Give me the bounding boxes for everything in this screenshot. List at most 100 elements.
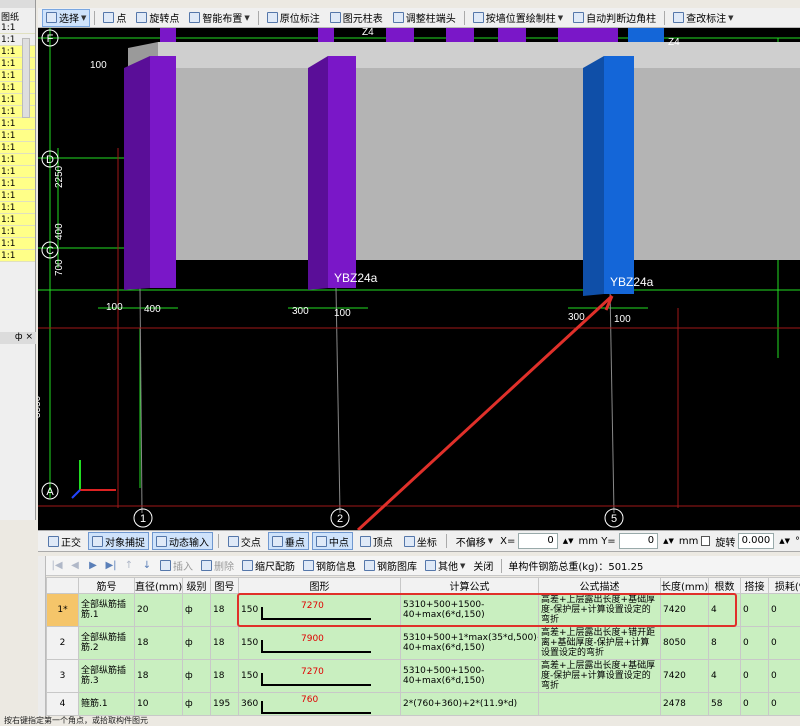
move-down-icon[interactable]: ↓ bbox=[140, 560, 154, 571]
other-button[interactable]: 其他 ▼ bbox=[423, 558, 467, 573]
scale-rebar-button[interactable]: 缩尺配筋 bbox=[240, 558, 297, 573]
lap-cell[interactable]: 0 bbox=[740, 692, 769, 716]
left-panel-row[interactable]: 1:1 bbox=[0, 190, 35, 202]
chevron-down-icon[interactable]: ▼ bbox=[244, 14, 249, 22]
chevron-down-icon[interactable]: ▼ bbox=[558, 14, 563, 22]
lap-cell[interactable]: 0 bbox=[740, 593, 769, 627]
formula-description-cell[interactable]: 高差+上层露出长度+基础厚度-保护层+计算设置设定的弯折 bbox=[538, 593, 661, 627]
row-index-cell[interactable]: 2 bbox=[46, 626, 79, 660]
shape-cell[interactable]: 360 760 bbox=[238, 692, 401, 716]
row-index-cell[interactable]: 3 bbox=[46, 659, 79, 693]
loss-cell[interactable]: 0 bbox=[768, 626, 800, 660]
row-index-cell[interactable]: 4 bbox=[46, 692, 79, 716]
y-input[interactable]: 0 bbox=[618, 533, 659, 549]
loss-cell[interactable]: 0 bbox=[768, 593, 800, 627]
viewport-canvas[interactable]: YBZ24a YBZ24a Z4 Z4 100 2250 400 700 355… bbox=[38, 28, 800, 530]
column-header[interactable]: 搭接 bbox=[740, 577, 769, 594]
left-panel-row[interactable]: 1:1 bbox=[0, 178, 35, 190]
column-header[interactable]: 长度(mm) bbox=[660, 577, 709, 594]
figure-number-cell[interactable]: 195 bbox=[210, 692, 239, 716]
left-panel-row[interactable]: 1:1 bbox=[0, 166, 35, 178]
column-header[interactable]: 图形 bbox=[238, 577, 401, 594]
shape-cell[interactable]: 150 7270 bbox=[238, 659, 401, 693]
left-panel-row[interactable]: 1:1 bbox=[0, 238, 35, 250]
column-header[interactable]: 计算公式 bbox=[400, 577, 539, 594]
toolbar-button-adjust[interactable]: 调整柱端头 bbox=[389, 9, 460, 27]
formula-description-cell[interactable]: 高差+上层露出长度+基础厚度-保护层+计算设置设定的弯折 bbox=[538, 659, 661, 693]
spinner-icon[interactable]: ▲▼ bbox=[779, 537, 790, 545]
diameter-cell[interactable]: 18 bbox=[134, 626, 183, 660]
rotate-input[interactable]: 0.000 bbox=[738, 533, 775, 549]
shape-cell[interactable]: 150 7270 bbox=[238, 593, 401, 627]
chevron-down-icon[interactable]: ▼ bbox=[81, 14, 86, 22]
lap-cell[interactable]: 0 bbox=[740, 659, 769, 693]
column-header[interactable] bbox=[46, 577, 79, 594]
diameter-cell[interactable]: 18 bbox=[134, 659, 183, 693]
toolbar-button-annotate[interactable]: 原位标注 bbox=[263, 9, 324, 27]
left-panel-row[interactable]: 1:1 bbox=[0, 214, 35, 226]
rebar-name-cell[interactable]: 箍筋.1 bbox=[78, 692, 135, 716]
last-record-icon[interactable]: ▶| bbox=[104, 560, 118, 571]
shape-cell[interactable]: 150 7900 bbox=[238, 626, 401, 660]
rebar-name-cell[interactable]: 全部纵筋插筋.2 bbox=[78, 626, 135, 660]
column-header[interactable]: 根数 bbox=[708, 577, 741, 594]
spinner-icon[interactable]: ▲▼ bbox=[563, 537, 574, 545]
rebar-name-cell[interactable]: 全部纵筋插筋.1 bbox=[78, 593, 135, 627]
toolbar-button-wall-column[interactable]: 按墙位置绘制柱 ▼ bbox=[469, 9, 567, 27]
toolbar-button-corner-column[interactable]: 自动判断边角柱 bbox=[569, 9, 660, 27]
column-header[interactable]: 级别 bbox=[182, 577, 211, 594]
perpendicular-snap-button[interactable]: 垂点 bbox=[267, 532, 309, 550]
rotate-checkbox[interactable] bbox=[701, 536, 711, 546]
count-cell[interactable]: 58 bbox=[708, 692, 741, 716]
figure-number-cell[interactable]: 18 bbox=[210, 659, 239, 693]
toolbar-button-rotate[interactable]: 旋转点 bbox=[132, 9, 183, 27]
formula-description-cell[interactable]: 高差+上层露出长度+错开距离+基础厚度-保护层+计算设置设定的弯折 bbox=[538, 626, 661, 660]
move-up-icon[interactable]: ↑ bbox=[122, 560, 136, 571]
length-cell[interactable]: 8050 bbox=[660, 626, 709, 660]
dynamic-input-button[interactable]: 动态输入 bbox=[152, 532, 213, 550]
model-viewport[interactable]: YBZ24a YBZ24a Z4 Z4 100 2250 400 700 355… bbox=[38, 28, 800, 530]
offset-select[interactable]: 不偏移 ▼ bbox=[452, 532, 497, 550]
vertex-snap-button[interactable]: 顶点 bbox=[356, 532, 397, 550]
rebar-library-button[interactable]: 钢筋图库 bbox=[362, 558, 419, 573]
length-cell[interactable]: 2478 bbox=[660, 692, 709, 716]
left-panel-row[interactable]: 1:1 bbox=[0, 118, 35, 130]
close-button[interactable]: 关闭 bbox=[471, 558, 495, 573]
rebar-name-cell[interactable]: 全部纵筋插筋.3 bbox=[78, 659, 135, 693]
grade-cell[interactable]: ф bbox=[182, 659, 211, 693]
toolbar-button-table[interactable]: 图元柱表 bbox=[326, 9, 387, 27]
grade-cell[interactable]: ф bbox=[182, 626, 211, 660]
left-panel-row[interactable]: 1:1 bbox=[0, 154, 35, 166]
length-cell[interactable]: 7420 bbox=[660, 593, 709, 627]
grade-cell[interactable]: ф bbox=[182, 692, 211, 716]
column-header[interactable]: 公式描述 bbox=[538, 577, 661, 594]
delete-button[interactable]: 删除 bbox=[199, 558, 236, 573]
left-panel-row[interactable]: 1:1 bbox=[0, 142, 35, 154]
formula-description-cell[interactable] bbox=[538, 692, 661, 716]
formula-cell[interactable]: 5310+500+1500-40+max(6*d,150) bbox=[400, 593, 539, 627]
ortho-button[interactable]: 正交 bbox=[44, 532, 85, 550]
grade-cell[interactable]: ф bbox=[182, 593, 211, 627]
column-header[interactable]: 直径(mm) bbox=[134, 577, 183, 594]
left-panel-scrollbar[interactable] bbox=[22, 38, 30, 118]
chevron-down-icon[interactable]: ▼ bbox=[728, 14, 733, 22]
toolbar-button-smart-layout[interactable]: 智能布置 ▼ bbox=[185, 9, 253, 27]
column-header[interactable]: 损耗(%) bbox=[768, 577, 800, 594]
diameter-cell[interactable]: 20 bbox=[134, 593, 183, 627]
left-panel-row[interactable]: 1:1 bbox=[0, 130, 35, 142]
x-input[interactable]: 0 bbox=[518, 533, 558, 549]
midpoint-snap-button[interactable]: 中点 bbox=[311, 532, 353, 550]
table-row[interactable]: 3 全部纵筋插筋.3 18 ф 18 150 7270 5310+500+1500-40+ma… bbox=[46, 659, 800, 693]
left-panel-row[interactable]: 1:1 bbox=[0, 250, 35, 262]
column-header[interactable]: 图号 bbox=[210, 577, 239, 594]
object-snap-button[interactable]: 对象捕捉 bbox=[88, 532, 149, 550]
toolbar-button-point[interactable]: 点 bbox=[99, 9, 130, 27]
table-row[interactable]: 1* 全部纵筋插筋.1 20 ф 18 150 7270 5310+500+1500-40+m… bbox=[46, 593, 800, 627]
diameter-cell[interactable]: 10 bbox=[134, 692, 183, 716]
loss-cell[interactable]: 0 bbox=[768, 659, 800, 693]
toolbar-button-cursor[interactable]: 选择 ▼ bbox=[42, 8, 91, 27]
formula-cell[interactable]: 5310+500+1*max(35*d,500)+1500-40+max(6*d… bbox=[400, 626, 539, 660]
first-record-icon[interactable]: |◀ bbox=[50, 560, 64, 571]
count-cell[interactable]: 8 bbox=[708, 626, 741, 660]
left-panel-row[interactable]: 1:1 bbox=[0, 202, 35, 214]
